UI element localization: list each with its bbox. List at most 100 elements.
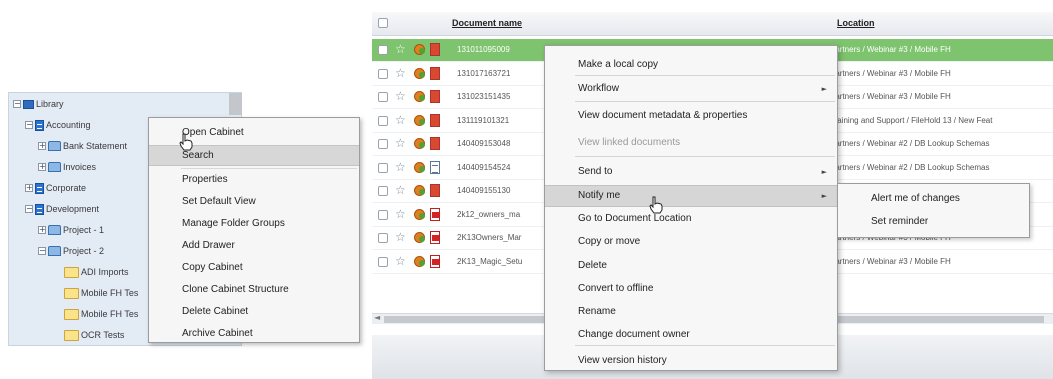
- menu-item-go-to-document-location[interactable]: Go to Document Location: [545, 208, 837, 230]
- menu-item-view-version-history[interactable]: View version history: [545, 350, 837, 372]
- menu-item-view-document-metadata-properties[interactable]: View document metadata & properties: [545, 105, 837, 127]
- collapse-icon[interactable]: −: [38, 247, 46, 255]
- location-cell[interactable]: Partners / Webinar #3 / Mobile FH: [830, 257, 1053, 266]
- document-name-cell[interactable]: 131011095009: [457, 45, 547, 54]
- document-name-cell[interactable]: 131017163721: [457, 69, 547, 78]
- folder-icon: [64, 266, 79, 278]
- menu-item-label: Workflow: [578, 83, 619, 94]
- link-status-icon: [414, 44, 425, 55]
- tree-item-invoices[interactable]: + Invoices: [38, 159, 96, 175]
- column-header-location[interactable]: Location: [837, 18, 875, 28]
- favorite-star-icon[interactable]: ☆: [395, 161, 406, 173]
- tree-item-project-2[interactable]: − Project - 2: [38, 243, 104, 259]
- favorite-star-icon[interactable]: ☆: [395, 231, 406, 243]
- favorite-star-icon[interactable]: ☆: [395, 208, 406, 220]
- row-checkbox[interactable]: [378, 68, 388, 79]
- location-cell[interactable]: Partners / Webinar #3 / Mobile FH: [830, 92, 1053, 101]
- favorite-star-icon[interactable]: ☆: [395, 255, 406, 267]
- location-cell[interactable]: Partners / Webinar #2 / DB Lookup Schema…: [830, 163, 1053, 172]
- tree-item-label: ADI Imports: [81, 267, 129, 277]
- row-checkbox[interactable]: [378, 186, 388, 196]
- image-file-icon: [430, 137, 440, 150]
- menu-item-convert-to-offline[interactable]: Convert to offline: [545, 278, 837, 300]
- column-header-document-name[interactable]: Document name: [452, 18, 522, 28]
- tree-item-corporate[interactable]: + Corporate: [25, 180, 86, 196]
- row-checkbox[interactable]: [378, 162, 388, 173]
- row-checkbox[interactable]: [378, 115, 388, 126]
- favorite-star-icon[interactable]: ☆: [395, 90, 406, 102]
- menu-item-notify-me[interactable]: Notify me ►: [545, 185, 837, 207]
- menu-item-alert-me-of-changes[interactable]: Alert me of changes: [838, 188, 1029, 210]
- row-checkbox[interactable]: [378, 45, 388, 55]
- tree-item-adi-imports[interactable]: ADI Imports: [64, 264, 129, 280]
- row-checkbox[interactable]: [378, 209, 388, 220]
- location-cell[interactable]: Partners / Webinar #2 / DB Lookup Schema…: [830, 139, 1053, 148]
- scroll-left-icon[interactable]: ◄: [374, 313, 380, 322]
- favorite-star-icon[interactable]: ☆: [395, 43, 406, 55]
- tree-item-mobile-fh-tests-2[interactable]: Mobile FH Tes: [64, 306, 138, 322]
- tree-item-label: Bank Statement: [63, 141, 128, 151]
- document-name-cell[interactable]: 2K13Owners_Mar: [457, 233, 547, 242]
- row-checkbox[interactable]: [378, 233, 388, 243]
- tree-item-accounting[interactable]: − Accounting: [25, 117, 91, 133]
- document-name-cell[interactable]: 131023151435: [457, 92, 547, 101]
- expand-icon[interactable]: +: [38, 163, 46, 171]
- document-name-cell[interactable]: 140409153048: [457, 139, 547, 148]
- location-cell[interactable]: Training and Support / FileHold 13 / New…: [830, 116, 1053, 125]
- location-cell[interactable]: Partners / Webinar #3 / Mobile FH: [830, 69, 1053, 78]
- menu-item-rename[interactable]: Rename: [545, 301, 837, 323]
- tree-scrollbar[interactable]: [229, 93, 242, 115]
- collapse-icon[interactable]: −: [25, 205, 33, 213]
- row-checkbox[interactable]: [378, 139, 388, 149]
- tree-item-ocr-tests[interactable]: OCR Tests: [64, 327, 124, 343]
- menu-item-change-document-owner[interactable]: Change document owner: [545, 324, 837, 346]
- pdf-file-icon: [430, 254, 440, 268]
- document-name-cell[interactable]: 140409155130: [457, 186, 547, 195]
- collapse-icon[interactable]: −: [13, 100, 21, 108]
- menu-item-copy-or-move[interactable]: Copy or move: [545, 231, 837, 253]
- document-name-cell[interactable]: 2k12_owners_ma: [457, 210, 547, 219]
- link-status-icon: [414, 232, 425, 243]
- row-checkbox[interactable]: [378, 92, 388, 102]
- favorite-star-icon[interactable]: ☆: [395, 114, 406, 126]
- menu-item-view-linked-documents: View linked documents: [545, 132, 837, 154]
- collapse-icon[interactable]: −: [25, 121, 33, 129]
- favorite-star-icon[interactable]: ☆: [395, 184, 406, 196]
- tree-item-library[interactable]: − Library: [13, 96, 64, 112]
- menu-item-delete[interactable]: Delete: [545, 255, 837, 277]
- menu-item-copy-cabinet[interactable]: Copy Cabinet: [149, 257, 359, 278]
- menu-item-delete-cabinet[interactable]: Delete Cabinet: [149, 301, 359, 322]
- image-file-icon: [430, 90, 440, 103]
- document-name-cell[interactable]: 2K13_Magic_Setu: [457, 257, 547, 266]
- tree-item-project-1[interactable]: + Project - 1: [38, 222, 104, 238]
- menu-item-add-drawer[interactable]: Add Drawer: [149, 235, 359, 256]
- menu-item-archive-cabinet[interactable]: Archive Cabinet: [149, 323, 359, 344]
- doc-file-icon: [430, 160, 440, 174]
- menu-item-clone-cabinet-structure[interactable]: Clone Cabinet Structure: [149, 279, 359, 300]
- menu-item-workflow[interactable]: Workflow ►: [545, 78, 837, 100]
- menu-item-label: Send to: [578, 166, 613, 177]
- menu-item-properties[interactable]: Properties: [149, 169, 359, 190]
- link-status-icon: [414, 161, 425, 173]
- tree-item-development[interactable]: − Development: [25, 201, 99, 217]
- favorite-star-icon[interactable]: ☆: [395, 67, 406, 79]
- location-cell[interactable]: Partners / Webinar #3 / Mobile FH: [830, 45, 1053, 54]
- menu-item-send-to[interactable]: Send to ►: [545, 161, 837, 183]
- menu-item-set-default-view[interactable]: Set Default View: [149, 191, 359, 212]
- tree-item-bank-statement[interactable]: + Bank Statement: [38, 138, 127, 154]
- expand-icon[interactable]: +: [38, 226, 46, 234]
- folder-icon: [64, 329, 79, 341]
- favorite-star-icon[interactable]: ☆: [395, 137, 406, 149]
- expand-icon[interactable]: +: [38, 142, 46, 150]
- document-context-menu: Make a local copy Workflow ► View document …: [544, 45, 838, 371]
- menu-item-manage-folder-groups[interactable]: Manage Folder Groups: [149, 213, 359, 234]
- tree-item-mobile-fh-tests-1[interactable]: Mobile FH Tes: [64, 285, 138, 301]
- document-name-cell[interactable]: 131119101321: [457, 116, 547, 125]
- select-all-checkbox[interactable]: [378, 18, 388, 28]
- document-name-cell[interactable]: 140409154524: [457, 163, 547, 172]
- menu-item-set-reminder[interactable]: Set reminder: [838, 211, 1029, 233]
- menu-item-make-a-local-copy[interactable]: Make a local copy: [545, 54, 837, 76]
- tree-item-label: Mobile FH Tes: [81, 288, 139, 298]
- expand-icon[interactable]: +: [25, 184, 33, 192]
- row-checkbox[interactable]: [378, 256, 388, 267]
